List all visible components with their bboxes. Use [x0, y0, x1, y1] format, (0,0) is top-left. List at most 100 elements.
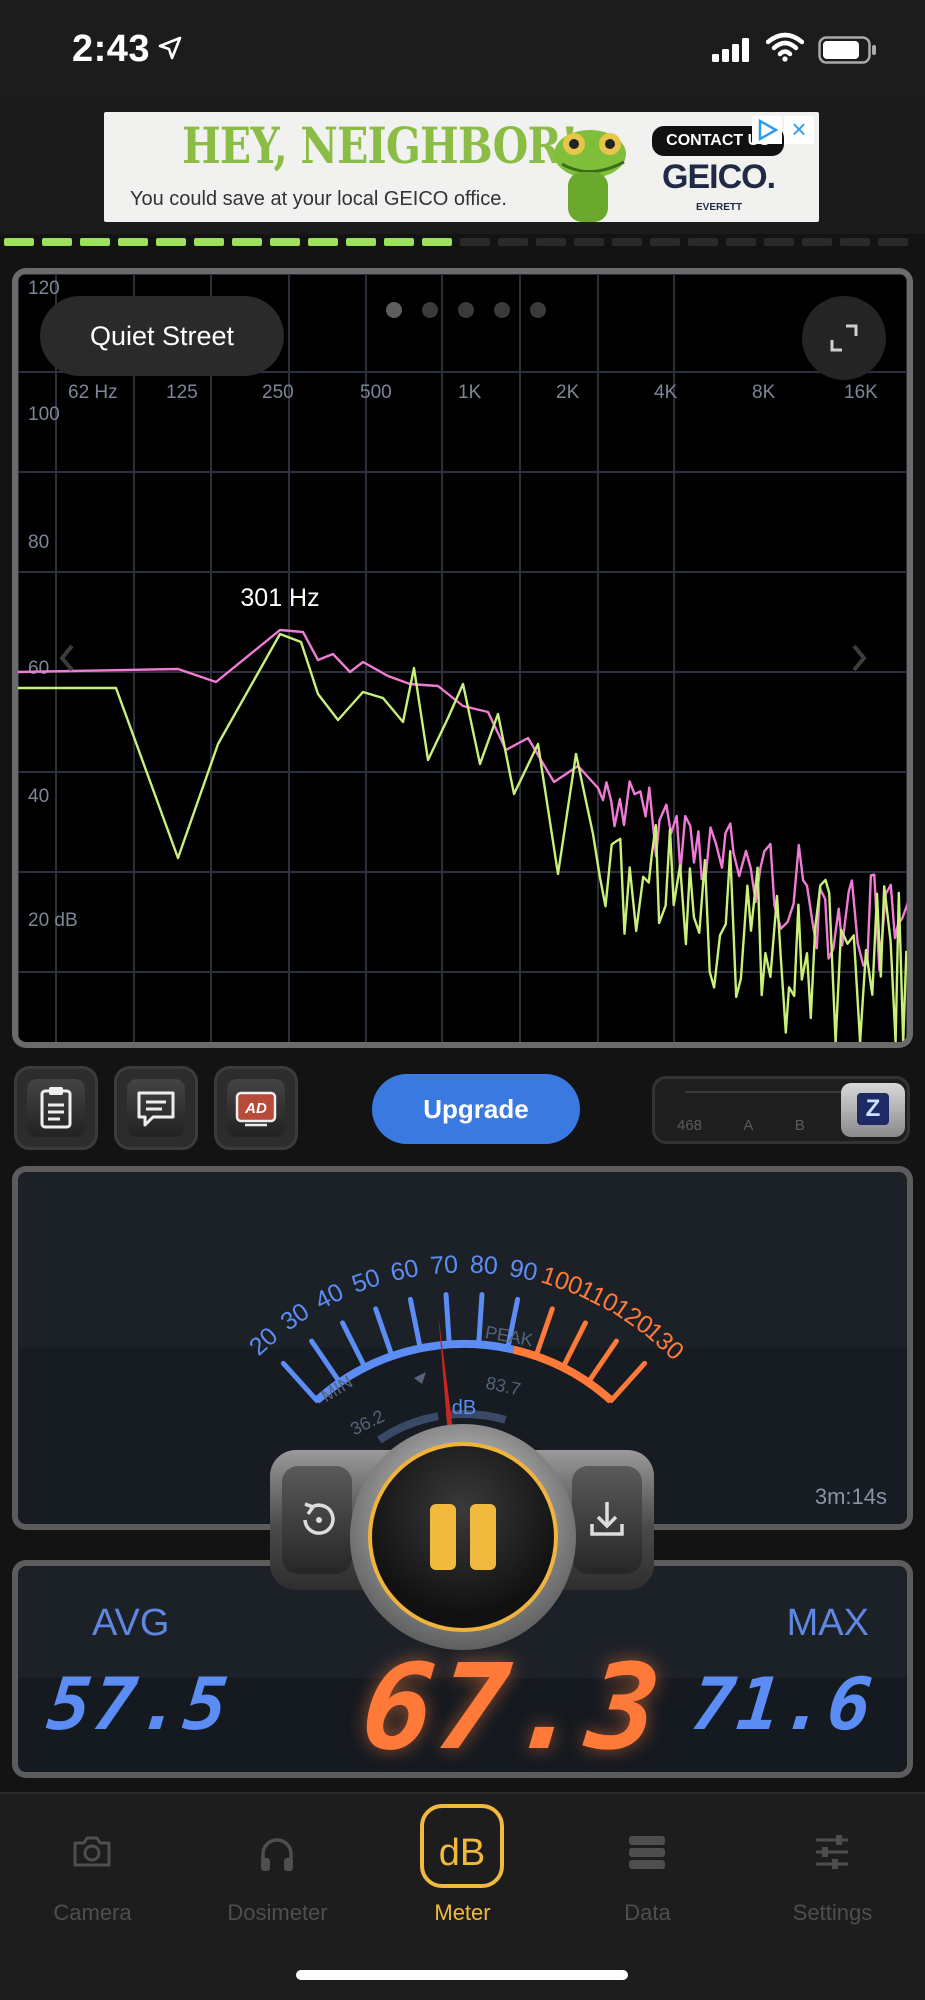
battery-icon	[818, 36, 876, 64]
avg-value: 57.5	[43, 1662, 234, 1746]
weighting-selector[interactable]: 468ABC Z	[652, 1076, 910, 1144]
weighting-track	[685, 1091, 845, 1107]
headphones-icon	[261, 1838, 293, 1871]
level-segment	[232, 238, 262, 246]
tab-data-label: Data	[624, 1900, 671, 1925]
svg-text:AD: AD	[244, 1100, 267, 1117]
ad-location: EVERETT	[696, 202, 743, 213]
page-dot	[530, 302, 546, 318]
status-bar: 2:43	[0, 0, 925, 100]
chevron-left-icon	[59, 644, 74, 672]
tab-data[interactable]: Data	[555, 1794, 740, 1944]
x-tick-label: 2K	[556, 382, 580, 403]
level-segment	[42, 238, 72, 246]
spectrum-panel: 62 Hz 125 250 500 1K 2K 4K 8K 16K 120 100 80 60 40 20 …	[12, 268, 913, 1048]
max-value: 71.6	[687, 1662, 878, 1746]
gauge-scale-label: 50	[348, 1263, 383, 1299]
level-segment	[346, 238, 376, 246]
y-tick-label: 20 dB	[28, 910, 78, 931]
level-segment	[156, 238, 186, 246]
adchoices-icon[interactable]	[752, 116, 782, 144]
db-icon[interactable]: dB	[420, 1804, 504, 1888]
tab-meter-label: Meter	[434, 1900, 491, 1925]
expand-icon	[830, 324, 858, 352]
level-segment	[840, 238, 870, 246]
max-label: MAX	[786, 1602, 869, 1644]
gauge-tick	[443, 1292, 452, 1347]
x-tick-label: 8K	[752, 382, 776, 403]
tab-settings-label: Settings	[792, 1900, 873, 1925]
sliders-icon	[816, 1835, 848, 1869]
tab-settings[interactable]: Settings	[740, 1794, 925, 1944]
tab-dosimeter[interactable]: Dosimeter	[185, 1794, 370, 1944]
level-segment	[536, 238, 566, 246]
level-strip	[0, 238, 925, 252]
tab-camera[interactable]: Camera	[0, 1794, 185, 1944]
preset-button[interactable]: Quiet Street	[40, 296, 284, 376]
x-tick-label: 4K	[654, 382, 678, 403]
wifi-icon	[766, 32, 804, 62]
x-tick-label: 250	[262, 382, 294, 403]
page-dot	[422, 302, 438, 318]
current-value: 67.3	[355, 1638, 671, 1772]
gauge-scale-label: 30	[276, 1297, 315, 1336]
upgrade-button[interactable]: Upgrade	[372, 1074, 580, 1144]
fullscreen-button[interactable]	[802, 296, 886, 380]
level-segment	[80, 238, 110, 246]
level-segment	[118, 238, 148, 246]
recording-duration: 3m:14s	[814, 1484, 887, 1509]
page-dot	[386, 302, 402, 318]
spectrum-view[interactable]: 62 Hz 125 250 500 1K 2K 4K 8K 16K 120 100 80 60 40 20 …	[18, 274, 907, 1042]
ad-close-icon[interactable]: ×	[784, 116, 814, 144]
comment-button[interactable]	[114, 1066, 198, 1150]
pause-icon-bar-2	[470, 1504, 496, 1570]
pause-icon	[430, 1504, 456, 1570]
x-tick-label: 125	[166, 382, 198, 403]
gauge-scale-label: 40	[311, 1278, 348, 1316]
pause-button[interactable]	[368, 1442, 558, 1632]
level-segment	[422, 238, 452, 246]
banner-ad[interactable]: HEY, NEIGHBOR! You could save at your lo…	[104, 112, 819, 222]
clipboard-button[interactable]	[14, 1066, 98, 1150]
tab-camera-label: Camera	[53, 1900, 132, 1925]
reset-button[interactable]	[282, 1466, 352, 1574]
weighting-knob[interactable]: Z	[841, 1083, 905, 1137]
chevron-right-icon	[852, 644, 867, 672]
x-tick-label: 16K	[844, 382, 878, 403]
gauge-scale-label: 60	[388, 1254, 421, 1287]
y-tick-label: 60	[28, 658, 49, 679]
weighting-option[interactable]: A	[743, 1117, 753, 1134]
avg-label: AVG	[92, 1602, 170, 1644]
cellular-signal-icon	[712, 38, 749, 62]
ad-headline: HEY, NEIGHBOR!	[182, 116, 579, 175]
gecko-mascot-image	[554, 130, 626, 222]
page-dot	[494, 302, 510, 318]
level-segment	[802, 238, 832, 246]
level-segment	[612, 238, 642, 246]
remove-ads-button[interactable]: AD	[214, 1066, 298, 1150]
x-tick-label: 62 Hz	[68, 382, 118, 403]
spectrum-series-peak	[18, 628, 907, 972]
weighting-option[interactable]: 468	[677, 1117, 702, 1134]
level-segment	[764, 238, 794, 246]
page-dot	[458, 302, 474, 318]
level-segment	[574, 238, 604, 246]
data-icon	[629, 1836, 665, 1869]
save-button[interactable]	[572, 1466, 642, 1574]
meter-badge-text: dB	[438, 1832, 486, 1874]
page-indicator	[386, 302, 546, 318]
weighting-labels: 468ABC	[677, 1117, 857, 1134]
level-segment	[270, 238, 300, 246]
level-segment	[384, 238, 414, 246]
ad-brand-logo: GEICO.	[662, 158, 776, 196]
weighting-option[interactable]: B	[795, 1117, 805, 1134]
level-segment	[878, 238, 908, 246]
clipboard-icon	[40, 1087, 72, 1129]
ad-tv-icon: AD	[235, 1091, 277, 1127]
location-arrow-icon	[158, 36, 182, 60]
toolbar: AD Upgrade 468ABC Z	[0, 1056, 925, 1166]
level-segment	[460, 238, 490, 246]
gauge-scale-label: 80	[469, 1250, 499, 1280]
peak-frequency-label: 301 Hz	[240, 584, 319, 612]
tab-dosimeter-label: Dosimeter	[227, 1900, 328, 1925]
